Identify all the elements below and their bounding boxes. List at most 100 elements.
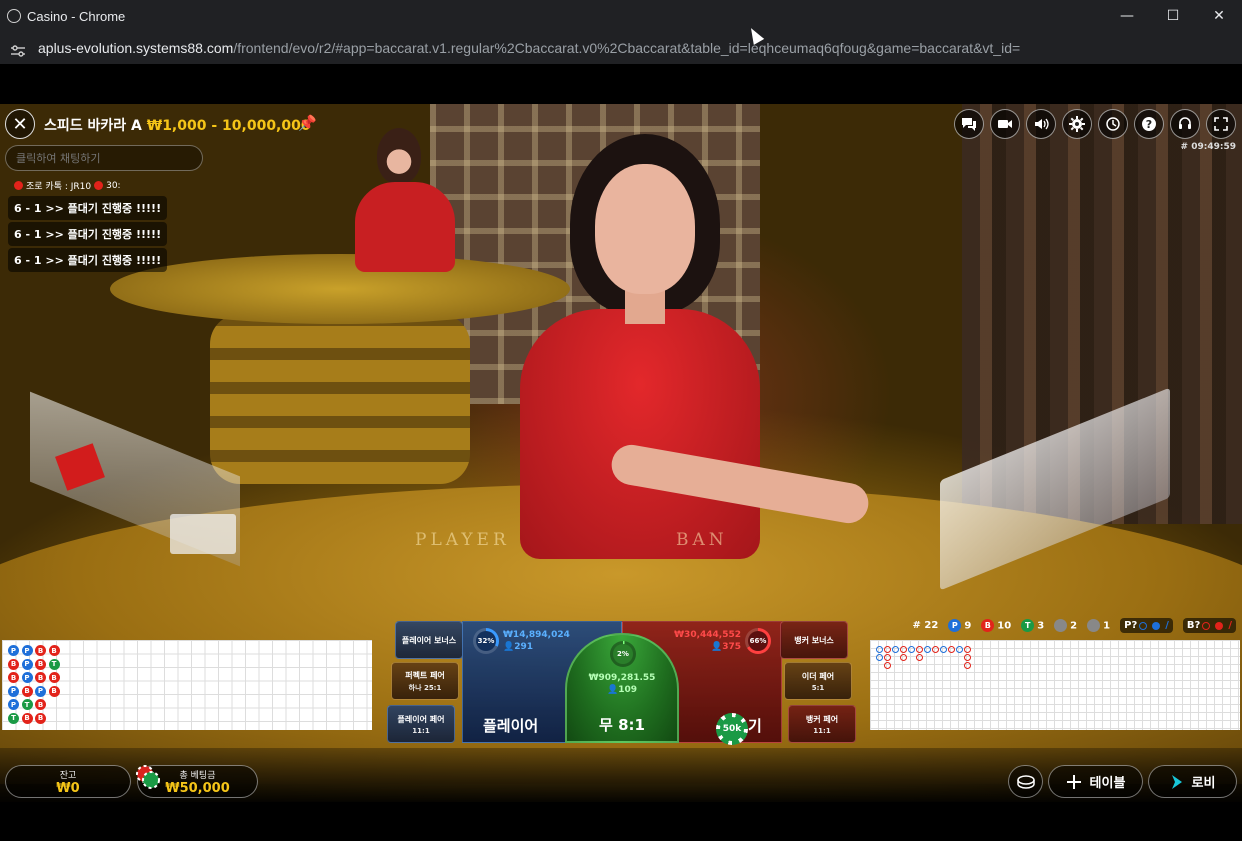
bead-road-result: T — [48, 658, 60, 670]
player-wins: P9 — [948, 619, 971, 632]
bead-road-result: B — [21, 712, 33, 724]
banker-dot-icon: B — [981, 619, 995, 632]
history-icon[interactable] — [1098, 109, 1128, 139]
game-id: # 09:49:59 — [1180, 142, 1236, 152]
table-limits: ₩1,000 - 10,000,000 — [146, 118, 311, 134]
help-icon[interactable]: ? — [1134, 109, 1164, 139]
bead-road-result: P — [8, 685, 19, 697]
dot-icon — [1215, 621, 1224, 630]
tables-button[interactable]: 테이블 — [1048, 765, 1143, 798]
close-game-button[interactable]: ✕ — [5, 109, 35, 139]
maximize-button[interactable]: ☐ — [1150, 0, 1196, 32]
tie-bettors-count: 109 — [618, 685, 637, 695]
lobby-button[interactable]: 로비 — [1148, 765, 1237, 798]
ring-icon — [1139, 621, 1148, 630]
tie-pct: 2% — [613, 644, 633, 664]
big-road-mark — [876, 654, 883, 661]
chat-input[interactable] — [5, 145, 203, 171]
bead-road-result: B — [35, 672, 46, 683]
tie-bettors: 👤109 — [606, 685, 637, 695]
red-dot-icon — [14, 181, 23, 190]
game-viewport: PLAYER BAN ✕ 스피드 바카라 A ₩1,000 - 10,000,0… — [0, 104, 1242, 802]
either-pair-odds: 5:1 — [811, 683, 825, 692]
chat-header-suffix: 30: — [106, 180, 121, 191]
tie-amount: ₩909,281.55 — [588, 673, 656, 683]
chat-message: 6 - 1 >> 플대기 진행중 !!!!! — [8, 196, 168, 220]
player-pair-icon — [1054, 619, 1068, 632]
table-title: 스피드 바카라 A ₩1,000 - 10,000,000 — [44, 115, 311, 135]
tie-bet[interactable]: 2% ₩909,281.55 👤109 무 8:1 — [565, 633, 679, 743]
bead-road-result: B — [35, 699, 46, 710]
big-road-mark — [964, 654, 971, 661]
big-road-mark — [884, 654, 891, 661]
stats-bar: # 22 P9 B 10 T3 2 1 P? / B? / — [913, 618, 1236, 633]
url-text[interactable]: aplus-evolution.systems88.com/frontend/e… — [38, 40, 1020, 56]
player-pair-count: 2 — [1070, 620, 1078, 632]
dot-icon — [1152, 621, 1161, 630]
perfect-pair-label: 퍼펙트 페어 — [405, 670, 445, 680]
bead-road-result: P — [8, 645, 19, 656]
bead-road-result: P — [21, 645, 33, 656]
banker-wins-count: 10 — [997, 620, 1012, 632]
video-icon[interactable] — [990, 109, 1020, 139]
tie-wins-count: 3 — [1037, 620, 1045, 632]
big-road[interactable] — [870, 640, 1240, 730]
dealer — [500, 134, 872, 559]
big-road-mark — [948, 646, 955, 653]
total-bet-value: ₩50,000 — [165, 780, 230, 796]
banker-pair-count: 1 — [1103, 620, 1111, 632]
chat-icon[interactable] — [954, 109, 984, 139]
table-print-banker: BAN — [676, 530, 728, 550]
chat-message: 6 - 1 >> 플대기 진행중 !!!!! — [8, 248, 168, 272]
big-road-mark — [932, 646, 939, 653]
sound-icon[interactable] — [1026, 109, 1056, 139]
bead-road-result: T — [21, 699, 33, 710]
banker-predict-button[interactable]: B? / — [1182, 618, 1236, 633]
bead-road-result: B — [21, 685, 33, 697]
bead-road-result: B — [35, 645, 46, 656]
support-icon[interactable] — [1170, 109, 1200, 139]
slash-icon: / — [1165, 620, 1169, 631]
player-amount: ₩14,894,024 — [503, 630, 570, 640]
minimize-button[interactable]: — — [1104, 0, 1150, 32]
player-predict-label: P? — [1124, 620, 1138, 631]
table-name: 스피드 바카라 A — [44, 118, 142, 134]
chip-stack-button[interactable] — [1008, 765, 1043, 798]
site-settings-icon[interactable] — [10, 42, 26, 57]
banker-bettors: 👤375 — [710, 642, 741, 652]
either-pair-bet[interactable]: 이더 페어 5:1 — [784, 662, 852, 700]
fullscreen-icon[interactable] — [1206, 109, 1236, 139]
banker-bonus-label: 뱅커 보너스 — [794, 635, 834, 645]
big-road-mark — [916, 646, 923, 653]
player-pct-ring: 32% — [473, 628, 499, 654]
pin-icon[interactable]: 📌 — [298, 114, 317, 132]
player-pair-bet[interactable]: 플레이어 페어 11:1 — [387, 705, 455, 743]
address-bar[interactable]: aplus-evolution.systems88.com/frontend/e… — [0, 32, 1242, 64]
banker-pct-ring: 66% — [745, 628, 771, 654]
chip-stack-icon — [1016, 774, 1035, 789]
settings-icon[interactable] — [1062, 109, 1092, 139]
big-road-mark — [956, 646, 963, 653]
banker-bonus-bet[interactable]: 뱅커 보너스 — [780, 621, 848, 659]
player-bonus-bet[interactable]: 플레이어 보너스 — [395, 621, 463, 659]
either-pair-label: 이더 페어 — [801, 671, 835, 681]
banker-label: 기 — [748, 717, 762, 735]
placed-chip[interactable]: 50k — [716, 713, 748, 745]
big-road-mark — [924, 646, 931, 653]
bead-road[interactable]: PPBBBPBTBPBBPBPBPTBTBB — [2, 640, 372, 730]
balance-value: ₩0 — [56, 780, 80, 796]
banker-pair-bet[interactable]: 뱅커 페어 11:1 — [788, 705, 856, 743]
player-predict-button[interactable]: P? / — [1120, 618, 1173, 633]
chat-message: 6 - 1 >> 플대기 진행중 !!!!! — [8, 222, 168, 246]
close-window-button[interactable]: ✕ — [1196, 0, 1242, 32]
table-print-player: PLAYER — [415, 530, 510, 550]
big-road-mark — [900, 646, 907, 653]
big-road-mark — [884, 646, 891, 653]
url-path: /frontend/evo/r2/#app=baccarat.v1.regula… — [233, 40, 1021, 56]
perfect-pair-bet[interactable]: 퍼펙트 페어 하나 25:1 — [391, 662, 459, 700]
lobby-label: 로비 — [1191, 776, 1216, 791]
banker-pair-label: 뱅커 페어 — [805, 714, 839, 724]
svg-text:?: ? — [1146, 118, 1152, 131]
big-road-mark — [940, 646, 947, 653]
tie-wins: T3 — [1021, 619, 1044, 632]
